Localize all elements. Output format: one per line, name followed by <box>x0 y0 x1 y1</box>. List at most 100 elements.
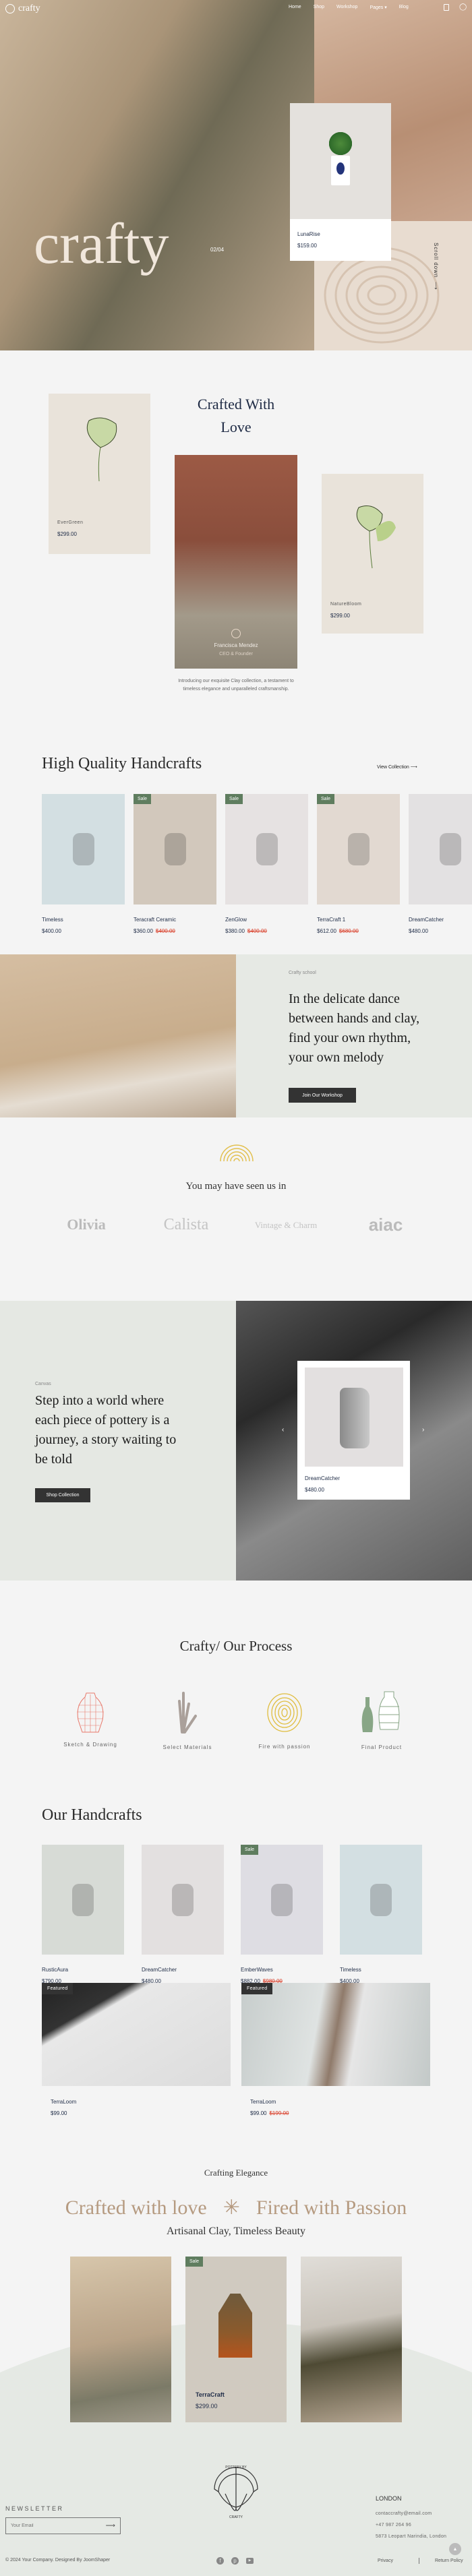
email-input[interactable] <box>11 2523 92 2528</box>
product-image <box>225 794 308 904</box>
featured-badge: Featured <box>42 1983 73 1994</box>
product-card[interactable]: Sale Teracraft Ceramic $360.00 $400.00 <box>134 794 216 945</box>
product-image <box>317 794 400 904</box>
logo-text: POTTERY BY <box>225 2465 247 2470</box>
nav-shop[interactable]: Shop <box>314 5 324 10</box>
product-image <box>142 1845 224 1955</box>
featured-image <box>241 1983 430 2086</box>
svg-text:CRAFTY: CRAFTY <box>229 2515 243 2519</box>
evergreen-card[interactable]: EverGreen $299.00 <box>49 394 150 554</box>
product-card[interactable]: DreamCatcher $480.00 <box>142 1845 224 1995</box>
chevron-left-icon[interactable]: ‹ <box>282 1426 284 1434</box>
founder-emblem-icon <box>231 629 241 638</box>
product-image <box>42 1845 124 1955</box>
hero-product-card[interactable]: LunaRise $159.00 <box>290 103 391 261</box>
product-card[interactable]: Sale TerraCraft 1 $612.00 $680.00 <box>317 794 400 945</box>
product-name[interactable]: Timeless <box>340 1967 361 1973</box>
user-icon[interactable]: ◯ <box>459 3 467 11</box>
product-name[interactable]: TerraCraft 1 <box>317 917 345 923</box>
product-name[interactable]: TerraLoom <box>250 2099 276 2105</box>
elegance-eyebrow: Crafting Elegance <box>204 2168 268 2178</box>
product-name[interactable]: Teracraft Ceramic <box>134 917 176 923</box>
nav-blog[interactable]: Blog <box>399 5 409 10</box>
product-name: EverGreen <box>57 520 84 525</box>
product-card[interactable]: Sale ZenGlow $380.00 $400.00 <box>225 794 308 945</box>
product-price: $159.00 <box>297 243 317 249</box>
return-policy-link[interactable]: Return Policy <box>435 2558 463 2563</box>
product-card[interactable]: Timeless $400.00 <box>340 1845 422 1995</box>
product-price: $400.00 <box>42 928 61 934</box>
canvas-heading: Step into a world where each piece of pot… <box>35 1393 177 1467</box>
chevron-right-icon[interactable]: › <box>422 1426 424 1434</box>
product-image <box>241 1845 323 1955</box>
product-name[interactable]: Timeless <box>42 917 63 923</box>
slide-counter: 02/04 <box>210 247 225 253</box>
scroll-down[interactable]: Scroll down⟶ <box>433 243 439 290</box>
product-name[interactable]: EmberWaves <box>241 1967 273 1973</box>
workshop-photo <box>0 954 236 1117</box>
arrow-right-icon: ⟶ <box>410 765 417 770</box>
product-image <box>134 794 216 904</box>
product-name[interactable]: TerraLoom <box>51 2099 76 2105</box>
facebook-icon[interactable]: f <box>216 2557 224 2565</box>
footer-city: LONDON <box>376 2495 402 2502</box>
scroll-top-button[interactable]: ▲ <box>449 2543 461 2555</box>
brand-olivia: Olivia <box>67 1216 106 1233</box>
product-name[interactable]: DreamCatcher <box>305 1475 340 1481</box>
terracraft-card[interactable]: Sale TerraCraft $299.00 <box>185 2257 287 2422</box>
canvas-eyebrow: Canvas <box>35 1382 51 1386</box>
shop-collection-button[interactable]: Shop Collection <box>35 1488 90 1502</box>
bag-icon[interactable] <box>444 4 449 11</box>
founder-name: Francisca Mendez <box>214 642 258 648</box>
footer-phone[interactable]: +47 987 264 96 <box>376 2523 411 2527</box>
product-card[interactable]: DreamCatcher $480.00 <box>409 794 472 945</box>
workshop-eyebrow: Crafty school <box>289 971 316 975</box>
nav-workshop[interactable]: Workshop <box>336 5 357 10</box>
workshop-heading: In the delicate dance between hands and c… <box>289 991 420 1065</box>
join-workshop-button[interactable]: Join Our Workshop <box>289 1088 356 1103</box>
footer-email[interactable]: contaccrafty@email.com <box>376 2511 432 2516</box>
natureBloom-card[interactable]: NatureBloom $299.00 <box>322 474 423 634</box>
product-card[interactable]: RusticAura $790.00 <box>42 1845 124 1995</box>
process-step-label: Final Product <box>361 1744 403 1750</box>
canvas-product-card[interactable]: DreamCatcher $480.00 <box>297 1361 410 1500</box>
product-name[interactable]: DreamCatcher <box>142 1967 177 1973</box>
product-name[interactable]: RusticAura <box>42 1967 68 1973</box>
nav-home[interactable]: Home <box>289 5 301 10</box>
process-step-label: Select Materials <box>163 1744 212 1750</box>
newsletter-form: ⟶ <box>5 2517 121 2534</box>
sale-badge: Sale <box>185 2257 204 2267</box>
product-name[interactable]: TerraCraft <box>196 2391 225 2398</box>
product-name[interactable]: LunaRise <box>297 231 320 237</box>
youtube-icon[interactable]: ▶ <box>246 2558 254 2564</box>
featured-card[interactable]: Featured TerraLoom $99.00 <box>42 1983 231 2121</box>
product-image <box>290 103 391 219</box>
handcrafts-title: Our Handcrafts <box>42 1806 142 1824</box>
footer-address: 5873 Leopart Narindia, London <box>376 2534 447 2539</box>
submit-arrow-icon[interactable]: ⟶ <box>106 2522 115 2529</box>
rainbow-icon <box>220 1144 254 1161</box>
product-name[interactable]: DreamCatcher <box>409 917 444 923</box>
hero: crafty Home Shop Workshop Pages ▾ Blog ◯… <box>0 0 472 350</box>
elegance-banner: Crafted with love ✳ Fired with Passion <box>65 2197 407 2219</box>
crafted-title: Crafted With Love <box>197 396 275 435</box>
process-step-label: Sketch & Drawing <box>63 1742 117 1748</box>
copyright: © 2024 Your Company. Designed By JoomSha… <box>5 2558 111 2563</box>
view-collection-link[interactable]: View Collection ⟶ <box>377 764 417 770</box>
quality-title: High Quality Handcrafts <box>42 755 202 772</box>
pottery-by-crafty-logo: POTTERY BY CRAFTY <box>214 2465 258 2519</box>
elegance-photo-right <box>301 2257 402 2422</box>
product-image <box>409 794 472 904</box>
fire-rings-icon <box>267 1693 302 1732</box>
logo[interactable]: crafty <box>5 3 40 14</box>
nav-pages[interactable]: Pages ▾ <box>370 5 386 10</box>
privacy-link[interactable]: Privacy <box>378 2558 393 2563</box>
product-card[interactable]: Sale EmberWaves $882.00 $980.00 <box>241 1845 323 1995</box>
product-name[interactable]: ZenGlow <box>225 917 247 923</box>
product-price: $299.00 <box>57 531 77 537</box>
product-card[interactable]: Timeless $400.00 <box>42 794 125 945</box>
pinterest-icon[interactable]: p <box>231 2557 239 2565</box>
product-image <box>305 1368 403 1467</box>
sale-badge: Sale <box>225 794 243 804</box>
featured-card[interactable]: Featured TerraLoom $99.00 $199.00 <box>241 1983 430 2121</box>
